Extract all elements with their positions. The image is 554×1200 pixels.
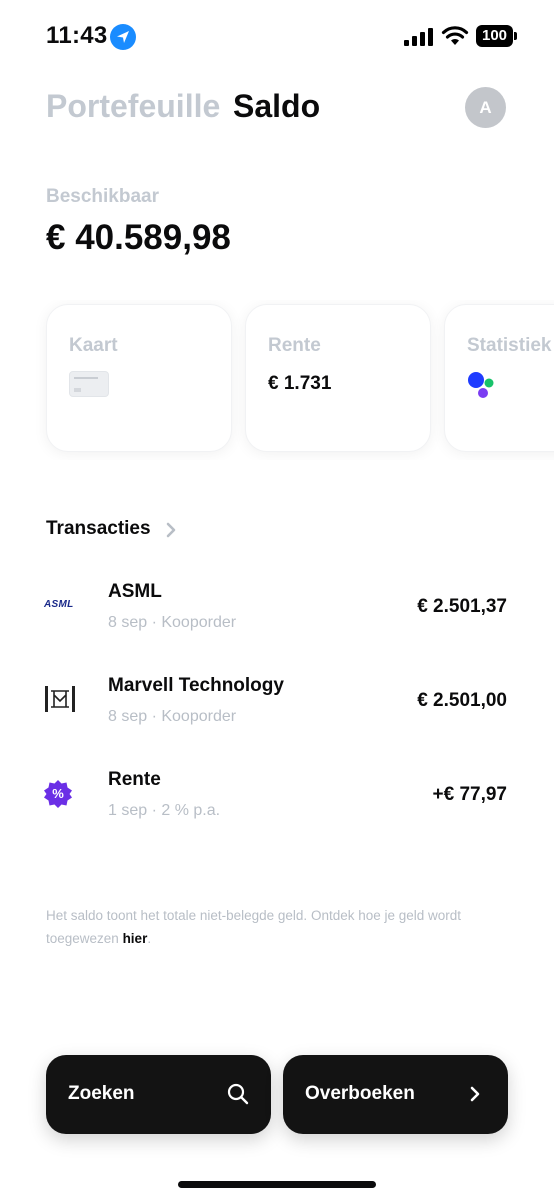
marvell-logo (45, 686, 75, 712)
card-thumbnail-icon (69, 371, 109, 397)
wifi-icon (441, 26, 469, 45)
home-indicator (178, 1181, 376, 1188)
transactions-heading[interactable]: Transacties (46, 518, 151, 540)
location-arrow-icon (110, 24, 136, 50)
card-statistiek[interactable]: Statistiek (444, 304, 554, 452)
card-title: Rente (268, 335, 321, 356)
interest-badge-icon: % (44, 780, 72, 808)
card-title: Kaart (69, 335, 118, 356)
transaction-meta: 8 sep · Kooporder (108, 708, 237, 725)
transaction-name: Marvell Technology (108, 675, 284, 696)
statistics-dots-icon (468, 372, 494, 398)
summary-cards: Kaart Rente € 1.731 Statistiek (0, 300, 554, 460)
transfer-button-label: Overboeken (305, 1083, 415, 1104)
status-bar: 11:43 100 (0, 0, 554, 72)
search-button-label: Zoeken (68, 1083, 135, 1104)
transaction-row[interactable]: Marvell Technology 8 sep · Kooporder € 2… (0, 669, 554, 749)
chevron-right-icon[interactable] (164, 521, 178, 539)
asml-logo-text: ASML (44, 599, 74, 610)
card-kaart[interactable]: Kaart (46, 304, 232, 452)
avatar[interactable]: A (465, 87, 506, 128)
transfer-button[interactable]: Overboeken (283, 1055, 508, 1134)
tab-balance[interactable]: Saldo (233, 88, 320, 125)
asml-logo: ASML (44, 590, 78, 622)
battery-icon: 100 (476, 25, 518, 47)
note-suffix: . (147, 931, 152, 946)
transaction-meta: 8 sep · Kooporder (108, 614, 237, 631)
note-text: Het saldo toont het totale niet-belegde … (46, 908, 462, 946)
card-value: € 1.731 (268, 373, 332, 394)
status-time: 11:43 (46, 22, 108, 49)
transaction-name: ASML (108, 581, 162, 602)
balance-label: Beschikbaar (46, 186, 160, 207)
transaction-amount: € 2.501,00 (417, 690, 507, 711)
battery-level: 100 (476, 25, 513, 47)
cellular-signal-icon (404, 28, 433, 46)
interest-badge-symbol: % (52, 786, 64, 801)
chevron-right-icon (470, 1086, 480, 1102)
search-button[interactable]: Zoeken (46, 1055, 271, 1134)
transaction-amount: +€ 77,97 (432, 784, 508, 805)
card-rente[interactable]: Rente € 1.731 (245, 304, 431, 452)
transaction-name: Rente (108, 769, 161, 790)
tab-portfolio[interactable]: Portefeuille (46, 88, 220, 125)
balance-amount: € 40.589,98 (46, 218, 231, 257)
transaction-meta: 1 sep · 2 % p.a. (108, 802, 221, 819)
search-icon (227, 1083, 249, 1105)
transaction-amount: € 2.501,37 (417, 596, 507, 617)
transaction-row[interactable]: % Rente 1 sep · 2 % p.a. +€ 77,97 (0, 763, 554, 843)
card-title: Statistiek (467, 335, 552, 356)
balance-info-note: Het saldo toont het totale niet-belegde … (46, 904, 486, 950)
note-link[interactable]: hier (123, 931, 148, 946)
transaction-row[interactable]: ASML ASML 8 sep · Kooporder € 2.501,37 (0, 575, 554, 655)
